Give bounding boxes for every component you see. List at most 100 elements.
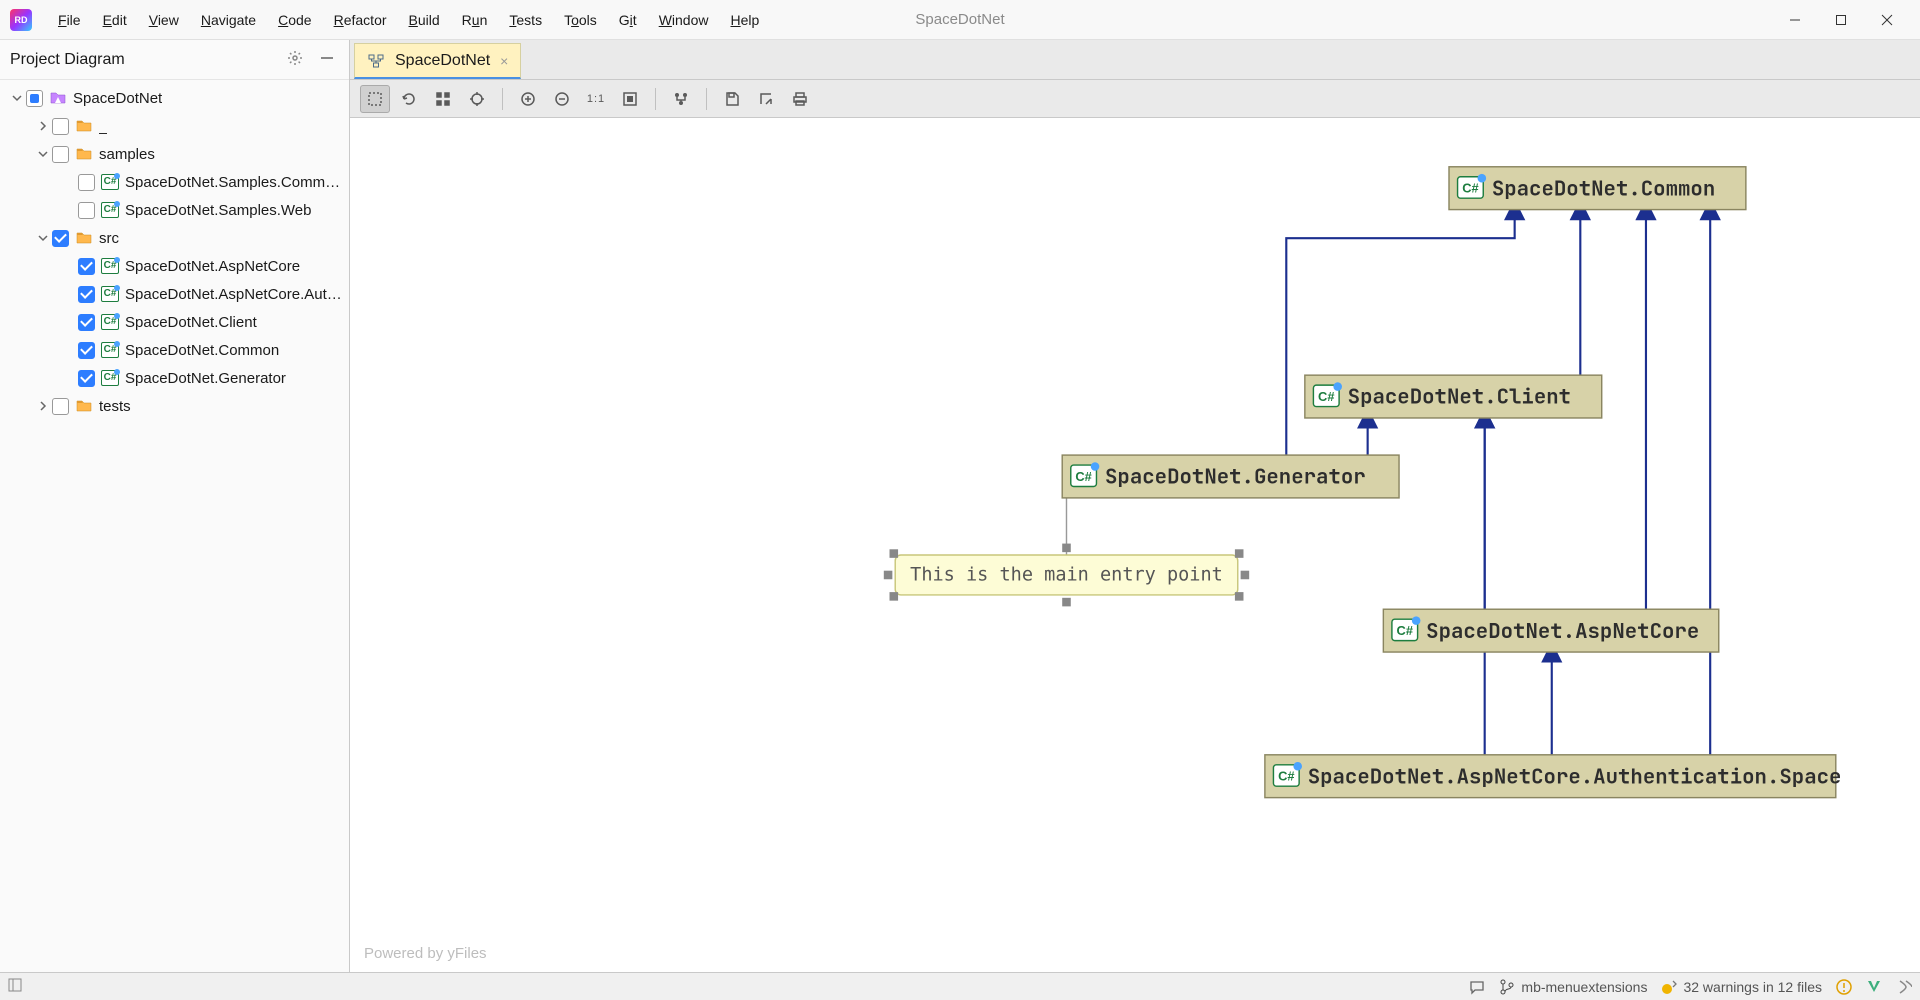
tree-item-label: SpaceDotNet.Common: [125, 342, 279, 359]
toolbar-refresh-button[interactable]: [394, 85, 424, 113]
menu-build[interactable]: Build: [399, 8, 450, 32]
editor-tabs: SpaceDotNet ×: [350, 40, 1920, 80]
svg-text:SpaceDotNet.Common: SpaceDotNet.Common: [1492, 175, 1715, 202]
title-bar: RD File Edit View Navigate Code Refactor…: [0, 0, 1920, 40]
tab-label: SpaceDotNet: [395, 52, 490, 70]
folder-icon: [75, 145, 93, 163]
statusbar-chat-button[interactable]: [1469, 979, 1485, 995]
node-common[interactable]: SpaceDotNet.Common: [1449, 167, 1746, 210]
app-logo-icon: RD: [10, 9, 32, 31]
tree-expand-arrow[interactable]: [8, 89, 26, 107]
menu-run[interactable]: Run: [452, 8, 498, 32]
tree-row[interactable]: SpaceDotNet.Samples.CommandLine: [0, 168, 349, 196]
statusbar-inspection-indicator[interactable]: [1836, 979, 1852, 995]
menu-view[interactable]: View: [139, 8, 189, 32]
menu-edit[interactable]: Edit: [93, 8, 137, 32]
tree-row[interactable]: samples: [0, 140, 349, 168]
tree-checkbox[interactable]: [52, 230, 69, 247]
toolbar-export-button[interactable]: [751, 85, 781, 113]
tree-row[interactable]: src: [0, 224, 349, 252]
tree-checkbox[interactable]: [52, 398, 69, 415]
diagram-canvas[interactable]: C#: [350, 118, 1920, 972]
tree-item-label: samples: [99, 146, 155, 163]
editor-area: SpaceDotNet × 1:1: [350, 40, 1920, 972]
solution-folder-icon: [49, 89, 67, 107]
window-close-button[interactable]: [1864, 4, 1910, 36]
diagram-toolbar: 1:1: [350, 80, 1920, 118]
tree-checkbox[interactable]: [78, 286, 95, 303]
status-bar: mb-menuextensions 32 warnings in 12 file…: [0, 972, 1920, 1000]
toolbar-snap-button[interactable]: [462, 85, 492, 113]
tree-checkbox[interactable]: [78, 342, 95, 359]
diagram-watermark: Powered by yFiles: [364, 945, 487, 962]
statusbar-vue-indicator[interactable]: [1866, 979, 1882, 995]
tree-checkbox[interactable]: [78, 202, 95, 219]
tool-window-title: Project Diagram: [10, 51, 275, 69]
tool-window-hide-button[interactable]: [315, 46, 339, 73]
toolbar-zoom-in-button[interactable]: [513, 85, 543, 113]
node-generator[interactable]: SpaceDotNet.Generator: [1062, 455, 1399, 498]
tree-item-label: SpaceDotNet.Samples.CommandLine: [125, 174, 343, 191]
tree-item-label: tests: [99, 398, 131, 415]
svg-text:SpaceDotNet.Generator: SpaceDotNet.Generator: [1105, 464, 1366, 491]
tree-expand-arrow[interactable]: [34, 145, 52, 163]
svg-text:SpaceDotNet.AspNetCore: SpaceDotNet.AspNetCore: [1426, 618, 1699, 645]
toolbar-save-button[interactable]: [717, 85, 747, 113]
menu-file[interactable]: File: [48, 8, 91, 32]
tree-checkbox[interactable]: [78, 174, 95, 191]
tool-window-header: Project Diagram: [0, 40, 349, 80]
project-tree[interactable]: SpaceDotNet_samples SpaceDotNet.Samples.C…: [0, 80, 349, 972]
toolbar-print-button[interactable]: [785, 85, 815, 113]
tree-checkbox[interactable]: [52, 146, 69, 163]
tree-item-label: SpaceDotNet.AspNetCore.Authentication.Sp…: [125, 286, 343, 303]
tree-checkbox[interactable]: [26, 90, 43, 107]
tree-checkbox[interactable]: [78, 370, 95, 387]
statusbar-git-branch[interactable]: mb-menuextensions: [1499, 979, 1647, 995]
tree-row[interactable]: _: [0, 112, 349, 140]
window-controls: [1772, 4, 1910, 36]
tree-row[interactable]: SpaceDotNet: [0, 84, 349, 112]
tree-row[interactable]: SpaceDotNet.Generator: [0, 364, 349, 392]
node-aspnetcore-auth[interactable]: SpaceDotNet.AspNetCore.Authentication.Sp…: [1265, 755, 1842, 798]
node-client[interactable]: SpaceDotNet.Client: [1305, 375, 1602, 418]
statusbar-analysis-widget[interactable]: 32 warnings in 12 files: [1661, 979, 1822, 995]
menu-window[interactable]: Window: [649, 8, 719, 32]
menu-code[interactable]: Code: [268, 8, 321, 32]
menu-tests[interactable]: Tests: [499, 8, 552, 32]
tree-checkbox[interactable]: [78, 314, 95, 331]
tree-row[interactable]: SpaceDotNet.AspNetCore.Authentication.Sp…: [0, 280, 349, 308]
tree-expand-arrow[interactable]: [34, 117, 52, 135]
svg-text:This is the main entry point: This is the main entry point: [910, 565, 1223, 586]
menu-refactor[interactable]: Refactor: [324, 8, 397, 32]
toolbar-actual-size-button[interactable]: 1:1: [581, 85, 611, 113]
csharp-project-icon: [101, 370, 119, 386]
node-aspnetcore[interactable]: SpaceDotNet.AspNetCore: [1383, 609, 1718, 652]
tree-row[interactable]: SpaceDotNet.Common: [0, 336, 349, 364]
toolbar-fit-content-button[interactable]: [615, 85, 645, 113]
toolbar-layout-button[interactable]: [666, 85, 696, 113]
tree-checkbox[interactable]: [52, 118, 69, 135]
tree-expand-arrow[interactable]: [34, 229, 52, 247]
tree-expand-arrow[interactable]: [34, 397, 52, 415]
tree-item-label: SpaceDotNet.Client: [125, 314, 257, 331]
menu-tools[interactable]: Tools: [554, 8, 607, 32]
window-minimize-button[interactable]: [1772, 4, 1818, 36]
tab-close-button[interactable]: ×: [500, 53, 508, 69]
tree-checkbox[interactable]: [78, 258, 95, 275]
tree-row[interactable]: SpaceDotNet.Client: [0, 308, 349, 336]
toolbar-grid-button[interactable]: [428, 85, 458, 113]
menu-navigate[interactable]: Navigate: [191, 8, 266, 32]
statusbar-tool-window-toggle[interactable]: [8, 978, 22, 995]
tree-row[interactable]: tests: [0, 392, 349, 420]
csharp-project-icon: [101, 342, 119, 358]
tree-row[interactable]: SpaceDotNet.AspNetCore: [0, 252, 349, 280]
menu-git[interactable]: Git: [609, 8, 647, 32]
tool-window-settings-button[interactable]: [283, 46, 307, 73]
window-maximize-button[interactable]: [1818, 4, 1864, 36]
toolbar-selection-mode-button[interactable]: [360, 85, 390, 113]
tab-spacedotnet[interactable]: SpaceDotNet ×: [354, 43, 521, 79]
menu-help[interactable]: Help: [721, 8, 770, 32]
toolbar-zoom-out-button[interactable]: [547, 85, 577, 113]
statusbar-memory-indicator[interactable]: [1896, 979, 1912, 995]
tree-row[interactable]: SpaceDotNet.Samples.Web: [0, 196, 349, 224]
